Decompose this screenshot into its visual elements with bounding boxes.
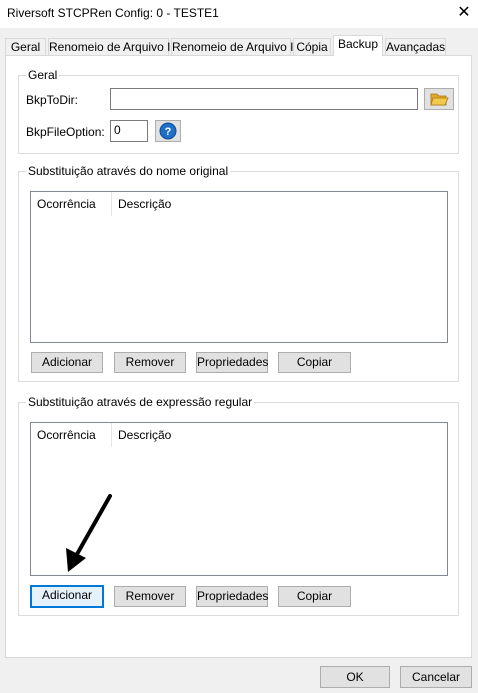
nome-original-copy-button[interactable]: Copiar [278,352,351,373]
nome-original-add-button[interactable]: Adicionar [31,352,103,373]
tab-renomeio-arquivo-1[interactable]: Renomeio de Arquivo I [48,38,170,56]
nome-original-properties-button[interactable]: Propriedades [196,352,268,373]
annotation-arrow-icon [66,494,112,572]
title-bar: Riversoft STCPRen Config: 0 - TESTE1 ✕ [0,0,478,28]
browse-folder-button[interactable] [424,88,454,110]
tab-avancadas[interactable]: Avançadas [385,38,446,56]
tab-renomeio-arquivo-2[interactable]: Renomeio de Arquivo II [171,38,297,56]
nome-original-remove-button[interactable]: Remover [114,352,186,373]
bkp-file-option-input[interactable]: 0 [110,120,148,142]
bkp-to-dir-label: BkpToDir: [26,93,79,107]
help-glyph: ? [165,126,172,138]
nome-original-list-header: Ocorrência Descrição [31,192,447,216]
nome-original-group-title: Substituição através do nome original [28,164,229,178]
ok-button[interactable]: OK [320,666,390,688]
cancel-button[interactable]: Cancelar [400,666,472,688]
column-header-descricao[interactable]: Descrição [112,192,449,216]
nome-original-list[interactable]: Ocorrência Descrição [30,191,448,343]
expressao-regular-remove-button[interactable]: Remover [114,586,186,607]
folder-open-icon [430,93,449,106]
bkp-file-option-label: BkpFileOption: [26,125,105,139]
expressao-regular-list-header: Ocorrência Descrição [31,423,447,447]
help-question-icon: ? [159,122,177,140]
column-header-ocorrencia[interactable]: Ocorrência [31,192,112,216]
tab-backup[interactable]: Backup [333,35,383,56]
help-button[interactable]: ? [155,120,181,142]
column-header-ocorrencia[interactable]: Ocorrência [31,423,112,447]
expressao-regular-add-button[interactable]: Adicionar [30,585,104,608]
geral-group: Geral [18,68,459,154]
expressao-regular-properties-button[interactable]: Propriedades [196,586,268,607]
column-header-descricao[interactable]: Descrição [112,423,449,447]
tab-strip: Geral Renomeio de Arquivo I Renomeio de … [5,35,475,56]
geral-group-title: Geral [28,68,58,82]
bkp-to-dir-input[interactable] [110,88,418,110]
expressao-regular-copy-button[interactable]: Copiar [278,586,351,607]
tab-copia[interactable]: Cópia [293,38,331,56]
expressao-regular-group-title: Substituição através de expressão regula… [28,395,253,409]
close-icon[interactable]: ✕ [450,1,478,25]
tab-geral[interactable]: Geral [5,38,46,56]
window-title: Riversoft STCPRen Config: 0 - TESTE1 [7,6,219,20]
